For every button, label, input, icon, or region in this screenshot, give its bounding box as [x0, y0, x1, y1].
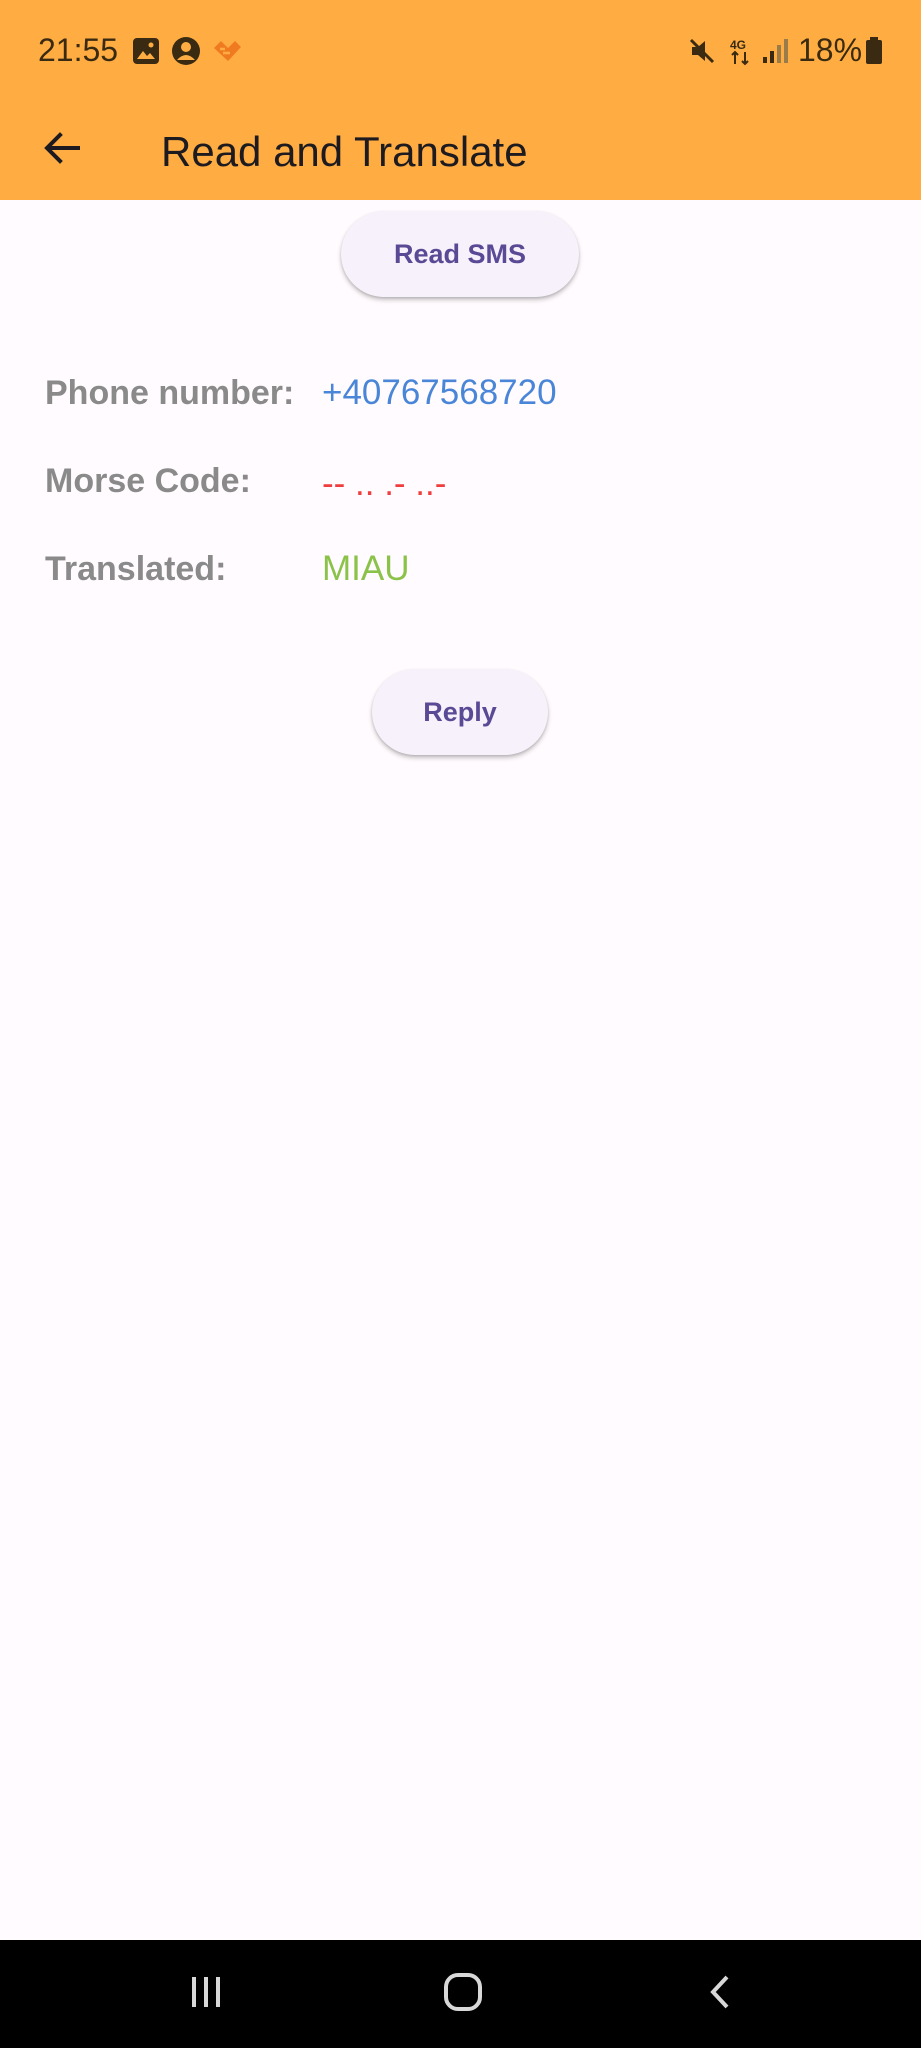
- reply-button[interactable]: Reply: [372, 669, 548, 755]
- app-notification-icon: [211, 36, 241, 66]
- network-4g-icon: 4G: [727, 36, 757, 66]
- account-circle-icon: [171, 36, 201, 66]
- toolbar: Read and Translate: [0, 104, 921, 200]
- read-sms-button[interactable]: Read SMS: [341, 211, 579, 297]
- home-button[interactable]: [423, 1962, 503, 2026]
- phone-number-label: Phone number:: [45, 374, 295, 412]
- status-time: 21:55: [38, 32, 119, 68]
- battery-percentage: 18%: [798, 32, 863, 68]
- home-icon: [441, 1970, 485, 2019]
- back-button[interactable]: [26, 114, 98, 186]
- morse-code-value: -- .. .- ..-: [322, 464, 447, 503]
- morse-code-label: Morse Code:: [45, 462, 251, 500]
- main-content: Read SMS Phone number: +40767568720 Mors…: [0, 200, 921, 1940]
- image-icon: [131, 36, 161, 66]
- navigation-bar: [0, 1940, 921, 2048]
- mute-icon: [687, 36, 717, 66]
- page-title: Read and Translate: [161, 128, 528, 175]
- system-back-button[interactable]: [681, 1962, 761, 2026]
- status-bar: 21:55 4G 18%: [0, 0, 921, 104]
- app-bar: 21:55 4G 18% Read and Translate: [0, 0, 921, 200]
- translated-label: Translated:: [45, 550, 227, 588]
- battery-icon: [864, 36, 884, 66]
- phone-number-value: +40767568720: [322, 373, 557, 412]
- recent-apps-icon: [186, 1972, 226, 2017]
- translated-value: MIAU: [322, 549, 410, 588]
- svg-text:4G: 4G: [730, 38, 746, 52]
- arrow-back-icon: [42, 128, 82, 173]
- recent-apps-button[interactable]: [166, 1962, 246, 2026]
- back-icon: [701, 1972, 741, 2017]
- signal-icon: [760, 36, 790, 66]
